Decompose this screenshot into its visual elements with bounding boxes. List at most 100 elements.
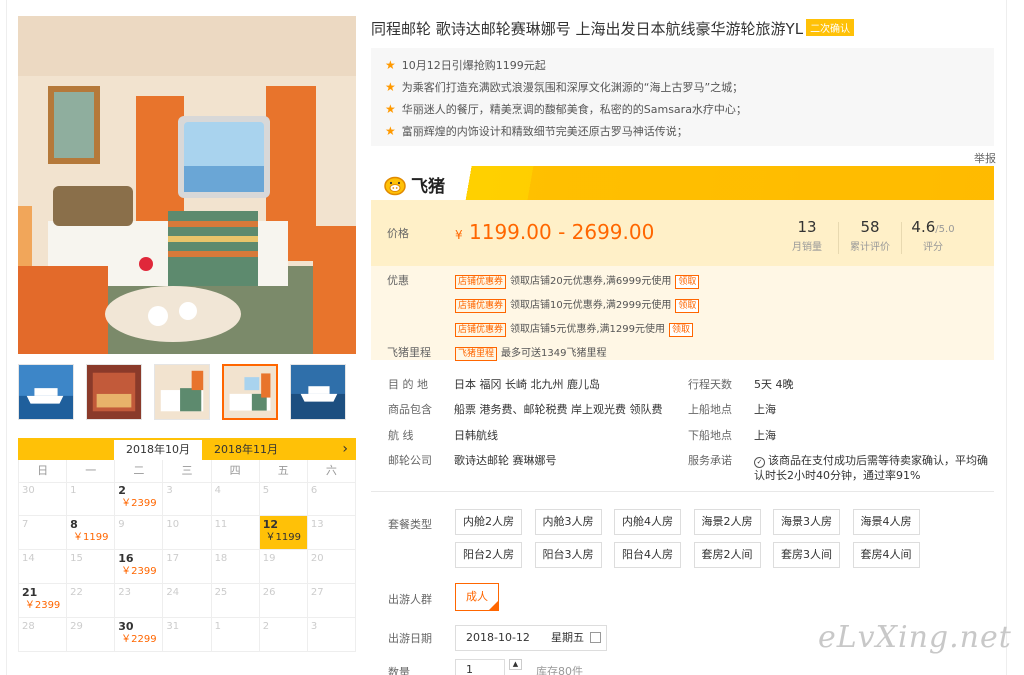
package-option[interactable]: 套房3人间 (773, 542, 840, 568)
pig-logo-icon (384, 176, 406, 195)
info-route: 航 线 日韩航线 (388, 427, 498, 443)
day-number: 21 (22, 586, 38, 599)
package-option[interactable]: 内舱2人房 (455, 509, 522, 535)
calendar-day-available[interactable]: 21 ￥2399 (19, 584, 68, 618)
calendar-day: 19 (259, 550, 308, 584)
calendar-next-icon[interactable]: › (342, 438, 348, 460)
day-number: 30 (118, 620, 134, 633)
calendar-day: 14 (19, 550, 68, 584)
thumbnail-theater[interactable] (86, 364, 142, 420)
price-row: 价格 ¥ 1199.00 - 2699.00 13 月销量 58 累计评价 4.… (371, 200, 994, 266)
day-number: 9 (118, 519, 125, 530)
info-includes: 商品包含 船票 港务费、邮轮税费 岸上观光费 领队费 (388, 401, 663, 417)
package-option[interactable]: 海景2人房 (693, 509, 761, 535)
report-link[interactable]: 举报 (974, 150, 996, 166)
group-label: 出游人群 (388, 593, 432, 606)
discount-label: 优惠 (387, 274, 409, 287)
product-main-image[interactable] (18, 16, 356, 354)
package-option[interactable]: 阳台2人房 (455, 542, 522, 568)
package-option[interactable]: 海景3人房 (773, 509, 840, 535)
info-board: 上船地点 上海 (688, 401, 776, 417)
info-alight: 下船地点 上海 (688, 427, 776, 443)
star-icon: ★ (385, 102, 396, 116)
package-option[interactable]: 阳台3人房 (534, 542, 602, 568)
calendar-day: 22 (67, 584, 116, 618)
day-number: 6 (310, 485, 318, 496)
info-value: 日韩航线 (454, 429, 498, 442)
package-option[interactable]: 海景4人房 (852, 509, 920, 535)
departure-calendar: 2018年10月 2018年11月 › 日 一 二 三 四 五 六 30 1 2 ￥2… (18, 438, 356, 652)
page-border-left (6, 0, 7, 675)
package-option[interactable]: 套房4人间 (852, 542, 920, 568)
date-picker-input[interactable]: 2018-10-12 星期五 (455, 625, 607, 651)
brand-bar: 飞猪 (371, 166, 994, 200)
day-number: 24 (166, 587, 180, 598)
quantity-input[interactable]: 1 (455, 659, 505, 675)
package-option[interactable]: 内舱3人房 (534, 509, 602, 535)
mileage-tag: 飞猪里程 (455, 347, 498, 361)
weekday-label: 一 (67, 460, 116, 483)
thumbnail-ship[interactable] (18, 364, 74, 420)
info-destination: 目 的 地 日本 福冈 长崎 北九州 鹿儿岛 (388, 376, 600, 392)
page-border-right (1006, 0, 1007, 675)
info-value: 上海 (754, 429, 776, 442)
thumbnail-cabin[interactable] (222, 364, 278, 420)
brand-stripe-accent (514, 166, 994, 200)
calendar-day-available[interactable]: 16 ￥2399 (115, 550, 164, 584)
info-service-cont: 认时长2小时40分钟，通过率91% (754, 467, 920, 483)
rating[interactable]: 4.6/5.0 评分 (902, 218, 964, 254)
day-price: ￥2399 (24, 600, 61, 611)
day-number: 7 (22, 519, 29, 530)
thumbnail-room[interactable] (154, 364, 210, 420)
info-value: 日本 福冈 长崎 北九州 鹿儿岛 (454, 378, 600, 391)
weekday-label: 二 (115, 460, 164, 483)
feature-list: ★ 10月12日引爆抢购1199元起 ★ 为乘客们打造充满欧式浪漫氛围和深厚文化渊源… (371, 48, 994, 146)
calendar-day: 18 (211, 550, 260, 584)
monthly-sales-value: 13 (797, 218, 817, 236)
calendar-tab-october[interactable]: 2018年10月 (114, 440, 202, 460)
mileage-label: 飞猪里程 (387, 346, 431, 359)
thumbnail-ship-sea[interactable] (290, 364, 346, 420)
day-number: 13 (310, 519, 324, 530)
calendar-day: 30 (19, 482, 68, 516)
claim-coupon-button[interactable]: 领取 (675, 299, 700, 313)
total-reviews[interactable]: 58 累计评价 (839, 218, 901, 254)
date-value: 2018-10-12 (466, 631, 530, 644)
calendar-day: 3 (307, 618, 356, 652)
coupon-text: 领取店铺10元优惠券,满2999元使用 (510, 300, 672, 311)
day-number: 31 (166, 621, 180, 632)
calendar-day: 15 (67, 550, 116, 584)
info-label: 商品包含 (388, 403, 432, 416)
info-label: 下船地点 (688, 429, 732, 442)
weekday-value: 星期五 (551, 631, 584, 644)
package-option[interactable]: 套房2人间 (693, 542, 761, 568)
confirm-badge: 二次确认 (806, 19, 855, 36)
calendar-day-available[interactable]: 8 ￥1199 (67, 516, 116, 550)
calendar-day-available[interactable]: 12 ￥1199 (259, 516, 308, 550)
group-option-adult[interactable]: 成人 (455, 583, 499, 611)
feature-text: 富丽辉煌的内饰设计和精致细节完美还原古罗马神话传说； (401, 125, 688, 138)
mileage-item: 飞猪里程 最多可送1349飞猪里程 (455, 344, 606, 361)
feature-item: ★ 富丽辉煌的内饰设计和精致细节完美还原古罗马神话传说； (385, 120, 980, 142)
day-number: 19 (262, 553, 276, 564)
calendar-day: 11 (211, 516, 260, 550)
product-title: 同程邮轮 歌诗达邮轮赛琳娜号 上海出发日本航线豪华游轮旅游YL 二次确认 (371, 18, 855, 39)
calendar-day: 25 (211, 584, 260, 618)
info-label: 目 的 地 (388, 378, 428, 391)
calendar-day: 17 (163, 550, 212, 584)
claim-coupon-button[interactable]: 领取 (675, 275, 700, 289)
monthly-sales[interactable]: 13 月销量 (776, 218, 838, 254)
rating-value: 4.6/5.0 (902, 218, 964, 236)
coupon-tag: 店铺优惠券 (455, 299, 507, 313)
calendar-day-available[interactable]: 30 ￥2299 (115, 618, 164, 652)
calendar-tab-november[interactable]: 2018年11月 (202, 440, 290, 460)
info-value: 上海 (754, 403, 776, 416)
package-option[interactable]: 阳台4人房 (614, 542, 681, 568)
coupon-item: 店铺优惠券 领取店铺20元优惠券,满6999元使用 领取 (455, 272, 700, 289)
package-option[interactable]: 内舱4人房 (614, 509, 681, 535)
calendar-day-available[interactable]: 2 ￥2399 (115, 482, 164, 516)
calendar-day: 13 (307, 516, 356, 550)
claim-coupon-button[interactable]: 领取 (669, 323, 694, 337)
coupon-tag: 店铺优惠券 (455, 323, 507, 337)
quantity-increase-icon[interactable]: ▲ (509, 659, 522, 670)
